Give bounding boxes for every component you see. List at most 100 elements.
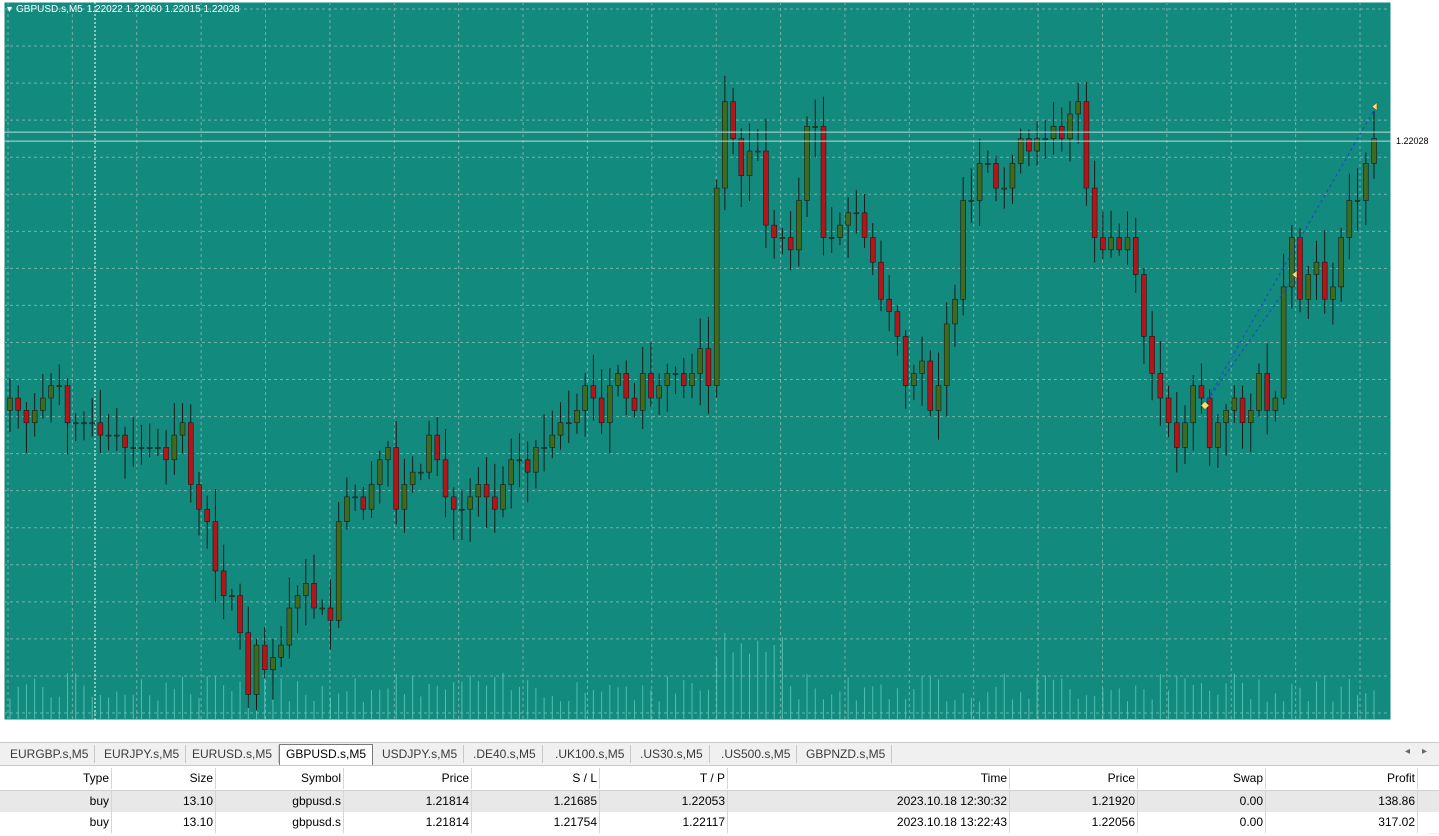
bull-candle xyxy=(557,422,564,436)
bull-candle xyxy=(294,595,301,609)
bull-candle xyxy=(960,200,966,300)
column-header-sl[interactable]: S / L xyxy=(472,768,600,789)
bull-candle xyxy=(319,607,326,610)
cell-time: 2023.10.18 12:30:32 xyxy=(728,791,1010,812)
bear-candle xyxy=(1100,237,1106,251)
tab-eurusd-s-m5[interactable]: EURUSD.s,M5 xyxy=(186,745,280,763)
bear-candle xyxy=(23,410,30,424)
bull-candle xyxy=(130,447,137,449)
bear-candle xyxy=(1321,261,1328,300)
bull-candle xyxy=(796,200,802,251)
bull-candle xyxy=(1256,373,1262,411)
tab-gbpnzd-s-m5[interactable]: GBPNZD.s,M5 xyxy=(800,745,893,763)
time-axis-label: 18 Oct 01:45 xyxy=(264,725,316,735)
bear-candle xyxy=(450,496,457,510)
chevron-down-icon[interactable]: ▾ xyxy=(7,4,12,15)
column-header-tp[interactable]: T / P xyxy=(600,768,728,789)
table-row[interactable]: buy 13.10 gbpusd.s 1.21814 1.21685 1.22053 202… xyxy=(0,790,1439,812)
bear-candle xyxy=(1297,237,1303,300)
bear-candle xyxy=(878,261,884,300)
price-axis-label: 1.21685 xyxy=(1398,560,1431,570)
current-price-label: 1.22028 xyxy=(1396,136,1429,146)
cell-size: 13.10 xyxy=(112,791,216,812)
bull-candle xyxy=(1313,261,1320,275)
cell-type: buy xyxy=(0,812,112,833)
tab-eurgbp-s-m5[interactable]: EURGBP.s,M5 xyxy=(4,745,96,763)
bear-candle xyxy=(188,422,194,485)
bull-candle xyxy=(368,484,375,510)
column-header-swap[interactable]: Swap xyxy=(1138,768,1266,789)
bull-candle xyxy=(1346,200,1353,238)
bear-candle xyxy=(738,138,745,177)
scroll-left-icon[interactable]: ◂ xyxy=(1405,746,1410,757)
bear-candle xyxy=(15,397,21,411)
tab-us500-s-m5[interactable]: .US500.s,M5 xyxy=(715,745,798,763)
cell-tp: 1.22053 xyxy=(600,791,728,812)
column-header-profit[interactable]: Profit xyxy=(1266,768,1418,789)
bull-candle xyxy=(952,298,958,325)
bear-candle xyxy=(492,496,498,510)
bull-candle xyxy=(1231,397,1238,411)
bull-candle xyxy=(56,385,63,388)
column-header-size[interactable]: Size xyxy=(112,768,216,789)
bull-candle xyxy=(253,644,260,695)
bear-candle xyxy=(360,496,367,510)
bull-candle xyxy=(303,583,309,596)
column-header-price[interactable]: Price xyxy=(344,768,472,789)
bull-candle xyxy=(615,373,621,387)
tab-uk100-s-m5[interactable]: .UK100.s,M5 xyxy=(549,745,632,763)
price-axis-label: 1.21625 xyxy=(1398,634,1431,644)
column-header-type[interactable]: Type xyxy=(0,768,112,789)
bull-candle xyxy=(713,187,720,387)
bull-candle xyxy=(1223,410,1229,424)
bull-candle xyxy=(516,459,523,462)
chart-canvas[interactable]: 1.22135 1.22105 1.22075 1.22045 1.22015 1.219… xyxy=(0,0,1439,740)
column-header-close-price[interactable]: Price xyxy=(1010,768,1138,789)
bear-candle xyxy=(927,360,934,411)
bear-candle xyxy=(122,434,128,448)
bull-candle xyxy=(89,422,95,425)
tab-usdjpy-s-m5[interactable]: USDJPY.s,M5 xyxy=(376,745,465,763)
bull-candle xyxy=(1190,385,1196,424)
bull-candle xyxy=(352,496,358,499)
time-axis-label: 18 Oct 03:05 xyxy=(392,725,444,735)
bull-candle xyxy=(837,224,843,238)
cell-tp: 1.22117 xyxy=(600,812,728,833)
bear-candle xyxy=(598,397,605,424)
price-chart[interactable]: 1.22135 1.22105 1.22075 1.22045 1.22015 1.219… xyxy=(0,0,1439,740)
time-axis-label: 18 Oct 11:45 xyxy=(1229,725,1280,735)
bear-candle xyxy=(623,373,630,399)
column-header-symbol[interactable]: Symbol xyxy=(216,768,344,789)
time-axis-label: 18 Oct 09:45 xyxy=(1036,725,1088,735)
cell-type: buy xyxy=(0,791,112,812)
bull-candle xyxy=(31,410,38,424)
bear-candle xyxy=(1198,385,1205,399)
scroll-right-icon[interactable]: ▸ xyxy=(1422,746,1427,757)
tab-gbpusd-s-m5[interactable]: GBPUSD.s,M5 xyxy=(279,744,374,765)
bull-candle xyxy=(804,126,810,201)
time-axis-label: 18 Oct 05:05 xyxy=(585,725,637,735)
bull-candle xyxy=(459,508,465,511)
bull-candle xyxy=(985,163,991,165)
bull-candle xyxy=(664,373,671,387)
cell-swap: 0.00 xyxy=(1138,791,1266,812)
chart-symbol-header: ▾ GBPUSD.s,M5 1.22022 1.22060 1.22015 1.… xyxy=(7,4,240,15)
table-row[interactable]: buy 13.10 gbpusd.s 1.21814 1.21754 1.22117 202… xyxy=(0,812,1439,833)
time-axis-label: 18 Oct 01:05 xyxy=(199,725,251,735)
cell-swap: 0.00 xyxy=(1138,812,1266,833)
price-axis-label: 1.21565 xyxy=(1398,708,1431,718)
tab-us30-s-m5[interactable]: .US30.s,M5 xyxy=(634,745,710,763)
cell-profit: 138.86 xyxy=(1266,791,1418,812)
cell-time: 2023.10.18 13:22:43 xyxy=(728,812,1010,833)
time-axis-label: 18 Oct 13:05 xyxy=(1358,725,1410,735)
bull-candle xyxy=(385,447,391,461)
tab-de40-s-m5[interactable]: .DE40.s,M5 xyxy=(467,745,543,763)
bear-candle xyxy=(1083,101,1090,189)
bull-candle xyxy=(278,644,284,658)
column-header-time[interactable]: Time xyxy=(728,768,1010,789)
bull-candle xyxy=(500,484,506,510)
bear-candle xyxy=(886,298,892,312)
bull-candle xyxy=(229,595,235,597)
tab-eurjpy-s-m5[interactable]: EURJPY.s,M5 xyxy=(98,745,187,763)
price-axis-label: 1.22135 xyxy=(1398,4,1431,14)
